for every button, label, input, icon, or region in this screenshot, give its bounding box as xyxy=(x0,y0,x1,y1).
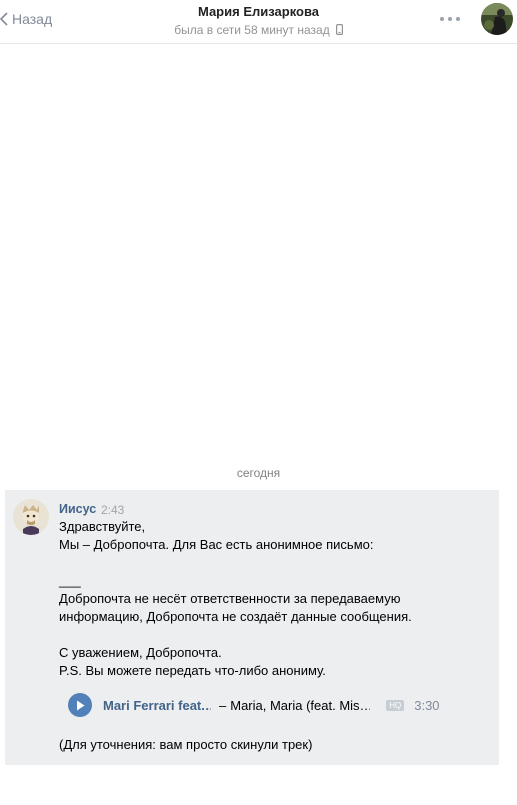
message-text: Здравствуйте, Мы – Добропочта. Для Вас е… xyxy=(59,518,489,680)
phone-icon xyxy=(335,24,343,35)
sender-avatar[interactable] xyxy=(13,499,49,535)
message-line: Здравствуйте, xyxy=(59,519,146,534)
avatar[interactable] xyxy=(481,3,513,35)
message-author[interactable]: Иисус xyxy=(59,502,96,516)
message-line: P.S. Вы можете передать что-либо анониму… xyxy=(59,663,326,678)
audio-title: Maria, Maria (feat. Mis… xyxy=(230,697,371,713)
message-line: С уважением, Добропочта. xyxy=(59,645,222,660)
message-line: информацию, Добропочта не создаёт данные… xyxy=(59,609,412,624)
message-line xyxy=(59,626,489,644)
message-line: ___ xyxy=(59,573,81,588)
message-line xyxy=(59,554,489,572)
more-icon[interactable] xyxy=(438,12,462,26)
date-separator: сегодня xyxy=(236,466,281,480)
audio-attachment[interactable]: Mari Ferrari feat.… – Maria, Maria (feat… xyxy=(68,693,448,717)
message-footer-text: (Для уточнения: вам просто скинули трек) xyxy=(59,737,313,752)
message-time[interactable]: 2:43 xyxy=(101,503,124,517)
message-line: Мы – Добропочта. Для Вас есть анонимное … xyxy=(59,537,374,552)
message-footer: (Для уточнения: вам просто скинули трек) xyxy=(59,736,489,754)
play-icon xyxy=(77,700,85,710)
chat-header: Назад Мария Елизаркова была в сети 58 ми… xyxy=(0,0,517,44)
audio-artist[interactable]: Mari Ferrari feat.… xyxy=(103,698,211,713)
status-text: была в сети 58 минут назад xyxy=(174,23,330,37)
hq-badge: HQ xyxy=(386,699,405,711)
message-line: Добропочта не несёт ответственности за п… xyxy=(59,591,401,606)
message[interactable]: Иисус 2:43 Здравствуйте, Мы – Добропочта… xyxy=(5,490,499,765)
audio-duration: 3:30 xyxy=(414,697,440,713)
play-button[interactable] xyxy=(68,693,92,717)
audio-separator: – xyxy=(219,697,227,713)
